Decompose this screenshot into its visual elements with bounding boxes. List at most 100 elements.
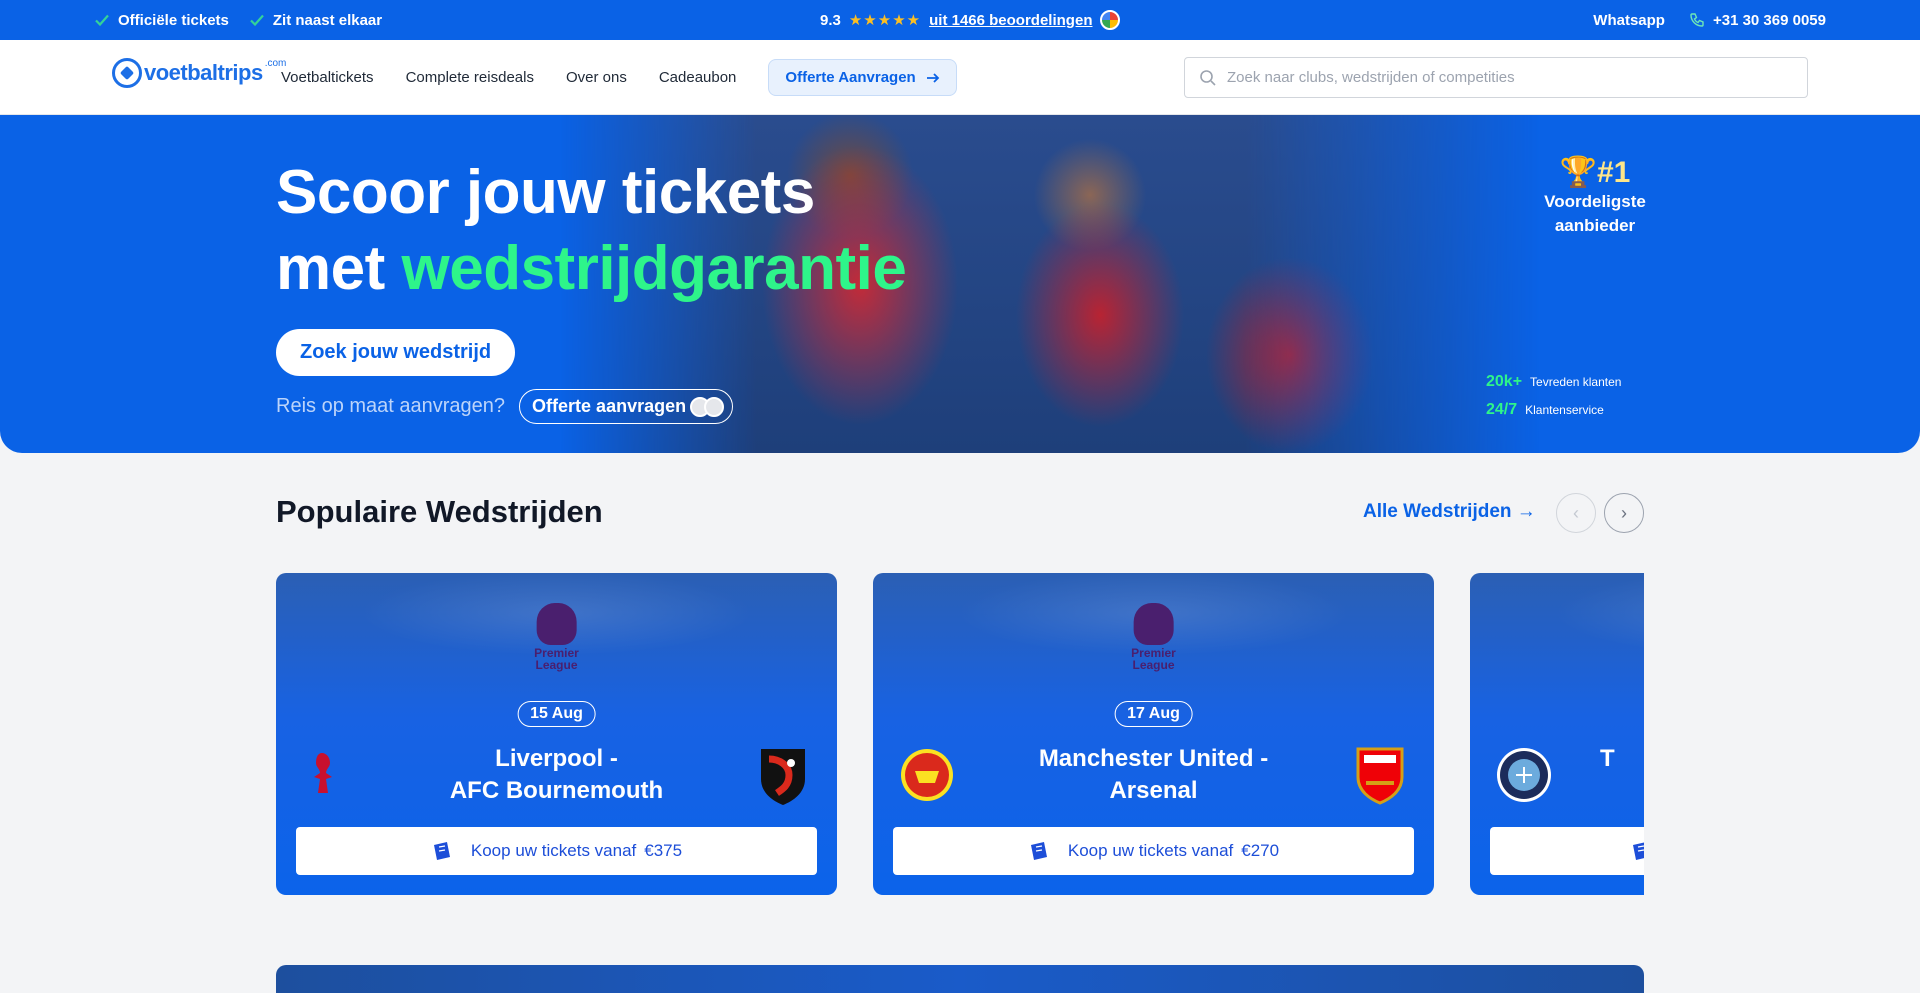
agent-avatars (690, 396, 725, 417)
request-quote-label: Offerte aanvragen (532, 396, 687, 416)
match-title: Manchester United - Arsenal (993, 743, 1314, 807)
stat-item: 24/7 Klantenservice (1486, 401, 1621, 419)
nav-item-cadeaubon[interactable]: Cadeaubon (659, 69, 737, 86)
arrow-right-icon (926, 72, 939, 83)
rank-label-1: Voordeligste (1544, 192, 1646, 211)
whatsapp-link[interactable]: Whatsapp (1593, 12, 1665, 29)
main-nav: voetbaltrips .com Voetbaltickets Complet… (0, 40, 1920, 115)
league-name-line2: League (1132, 658, 1175, 672)
nav-item-over-ons[interactable]: Over ons (566, 69, 627, 86)
rank-label-2: aanbieder (1554, 216, 1636, 235)
match-carousel: Premier League 15 Aug Liverpool - AFC Bou… (276, 573, 1644, 895)
stat-value: 24/7 (1486, 401, 1518, 418)
trophy-icon: 🏆 (1559, 156, 1597, 189)
usp-label: Officiële tickets (118, 11, 229, 29)
away-team: AFC Bournemouth (449, 777, 664, 804)
logo[interactable]: voetbaltrips .com (112, 58, 286, 88)
contact-links: Whatsapp +31 30 369 0059 (1593, 0, 1826, 40)
check-icon (250, 14, 264, 27)
stat-label: Tevreden klanten (1530, 375, 1622, 389)
rank-number: #1 (1596, 156, 1631, 189)
nav-item-voetbaltickets[interactable]: Voetbaltickets (281, 69, 374, 86)
match-card[interactable]: Premier League 15 Aug Liverpool - AFC Bou… (276, 573, 837, 895)
ticket-icon (1030, 842, 1047, 860)
league-name-line2: League (535, 658, 578, 672)
hero-banner: Scoor jouw tickets met wedstrijdgarantie… (0, 115, 1920, 453)
match-date: 15 Aug (517, 701, 596, 727)
buy-label: Koop uw tickets vanaf (470, 841, 637, 860)
manchester-united-crest-icon (901, 749, 953, 801)
premier-league-logo: Premier League (534, 603, 579, 671)
ticket-icon (1633, 842, 1644, 860)
quote-request-button[interactable]: Offerte Aanvragen (768, 59, 957, 96)
carousel-next-button[interactable]: › (1604, 493, 1644, 533)
arsenal-crest-icon (1356, 747, 1404, 805)
reviews-link[interactable]: uit 1466 beoordelingen (929, 12, 1092, 29)
chevron-right-icon: › (1621, 502, 1627, 523)
rank-number-row: 🏆#1 (1540, 155, 1650, 190)
request-quote-button[interactable]: Offerte aanvragen (519, 389, 734, 424)
carousel-prev-button[interactable]: ‹ (1556, 493, 1596, 533)
home-team: Liverpool - (495, 745, 618, 772)
league-name: Premier League (534, 647, 579, 671)
match-title: T (1600, 743, 1644, 775)
top-bar: Officiële tickets Zit naast elkaar 9.3 ★… (0, 0, 1920, 40)
stat-value: 20k+ (1486, 373, 1523, 390)
search-icon (1200, 69, 1216, 86)
manchester-city-crest-icon (1497, 748, 1551, 802)
phone-link[interactable]: +31 30 369 0059 (1689, 12, 1826, 29)
away-team: Arsenal (1109, 777, 1198, 804)
ticket-price: €375 (644, 841, 683, 860)
phone-number: +31 30 369 0059 (1712, 11, 1826, 29)
next-section-banner (276, 965, 1644, 993)
lion-icon (1133, 603, 1174, 645)
nav-item-reisdeals[interactable]: Complete reisdeals (406, 69, 534, 86)
usp-item: Officiële tickets (94, 12, 229, 29)
hero-stats: 20k+ Tevreden klanten 24/7 Klantenservic… (1486, 373, 1621, 429)
match-date: 17 Aug (1114, 701, 1193, 727)
hero-title-line1: Scoor jouw tickets (276, 158, 815, 227)
stat-item: 20k+ Tevreden klanten (1486, 373, 1621, 391)
home-team: Manchester United - (1038, 745, 1269, 772)
usp-item: Zit naast elkaar (249, 12, 382, 29)
section-title: Populaire Wedstrijden (276, 494, 603, 529)
stat-label: Klantenservice (1525, 403, 1604, 417)
google-icon (1100, 10, 1121, 30)
custom-trip-question: Reis op maat aanvragen? (276, 395, 506, 417)
hero-title-accent: wedstrijdgarantie (401, 234, 907, 303)
buy-tickets-button[interactable]: Koop uw tickets vanaf €270 (893, 827, 1414, 875)
buy-label: Koop uw tickets vanaf (1067, 841, 1234, 860)
buy-tickets-button[interactable] (1490, 827, 1644, 875)
rank-badge: 🏆#1 Voordeligste aanbieder (1540, 155, 1650, 238)
bournemouth-crest-icon (761, 749, 805, 805)
match-card[interactable]: Premier League 17 Aug Manchester United -… (873, 573, 1434, 895)
league-name: Premier League (1131, 647, 1176, 671)
search-bar[interactable] (1184, 57, 1808, 98)
rating-score: 9.3 (820, 11, 841, 29)
chevron-left-icon: ‹ (1573, 502, 1579, 523)
football-icon (112, 58, 142, 88)
premier-league-logo: Premier League (1131, 603, 1176, 671)
hero-title: Scoor jouw tickets met wedstrijdgarantie (276, 155, 907, 307)
usp-list: Officiële tickets Zit naast elkaar (94, 0, 382, 40)
check-icon (95, 14, 109, 27)
home-team: T (1600, 745, 1615, 772)
search-input[interactable] (1227, 69, 1787, 86)
find-match-button[interactable]: Zoek jouw wedstrijd (276, 329, 516, 376)
ticket-price: €270 (1241, 841, 1280, 860)
rating-summary: 9.3 ★★★★★ uit 1466 beoordelingen (820, 0, 1121, 40)
match-card[interactable]: T (1470, 573, 1644, 895)
ticket-icon (433, 842, 450, 860)
logo-text: voetbaltrips (144, 60, 263, 85)
match-title: Liverpool - AFC Bournemouth (396, 743, 717, 807)
stars-icon: ★★★★★ (848, 12, 922, 29)
avatar (704, 396, 725, 417)
buy-tickets-button[interactable]: Koop uw tickets vanaf €375 (296, 827, 817, 875)
nav-menu: Voetbaltickets Complete reisdeals Over o… (281, 40, 957, 115)
hero-title-prefix: met (276, 234, 385, 303)
usp-label: Zit naast elkaar (272, 11, 383, 29)
liverpool-crest-icon (314, 753, 332, 793)
phone-icon (1690, 13, 1704, 27)
all-matches-link[interactable]: Alle Wedstrijden → (1363, 501, 1536, 523)
lion-icon (536, 603, 577, 645)
